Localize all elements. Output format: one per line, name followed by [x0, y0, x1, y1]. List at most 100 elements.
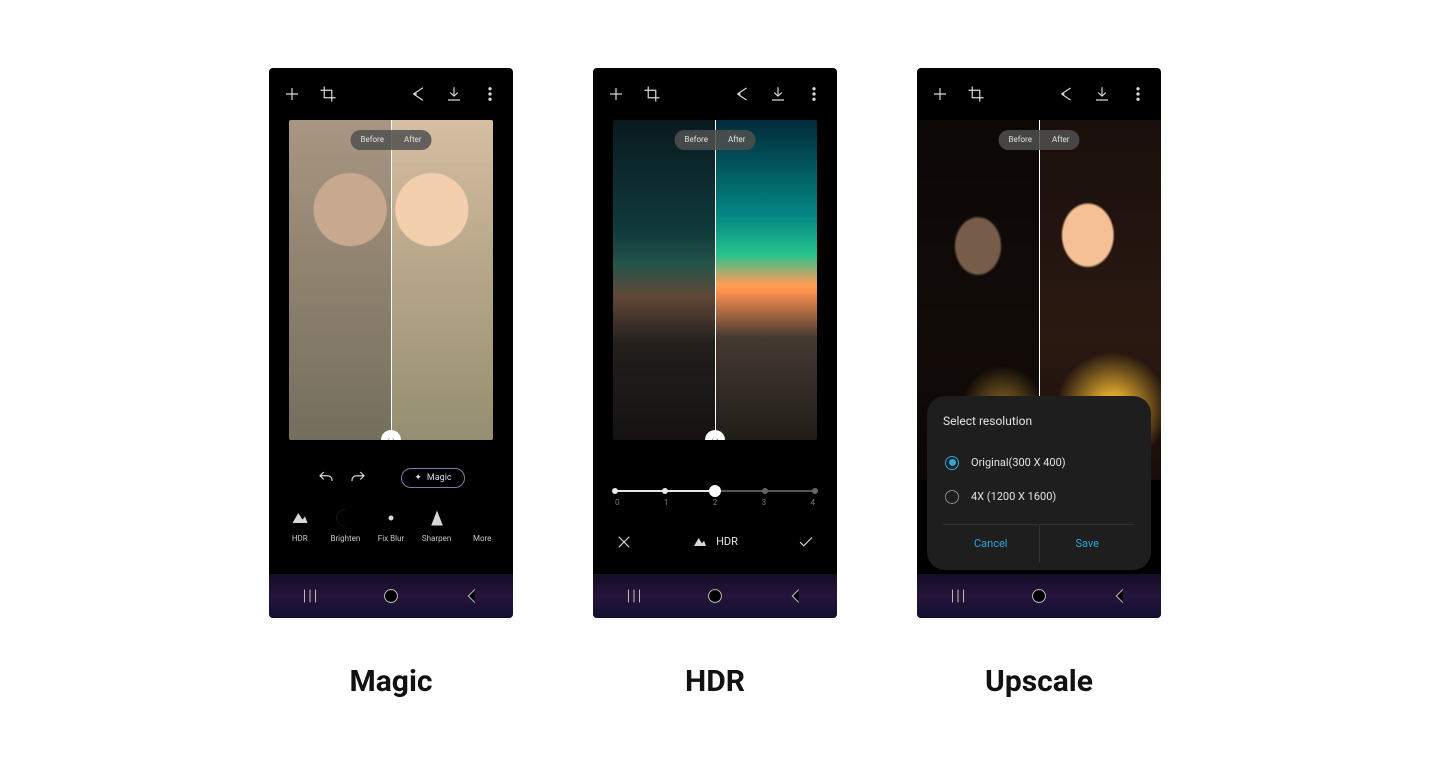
after-label: After: [718, 135, 756, 144]
caption-magic: Magic: [349, 664, 432, 699]
before-label: Before: [674, 135, 717, 144]
nav-back-icon[interactable]: [1109, 585, 1131, 607]
nav-recent-icon[interactable]: [623, 585, 645, 607]
hdr-bottom-row: HDR: [593, 515, 837, 557]
redo-icon[interactable]: [349, 469, 367, 487]
tool-more[interactable]: More: [460, 508, 504, 543]
compare-divider[interactable]: [715, 120, 716, 440]
radio-unchecked-icon: [945, 490, 959, 504]
tool-sharpen[interactable]: Sharpen: [415, 508, 459, 543]
tool-label: Sharpen: [422, 534, 451, 543]
topbar: [593, 68, 837, 120]
add-icon[interactable]: [283, 85, 301, 103]
image-before: [289, 120, 391, 440]
option-label: 4X (1200 X 1600): [971, 490, 1056, 503]
hdr-track[interactable]: [615, 490, 815, 492]
compare-pill: Before After: [998, 130, 1079, 150]
tool-label: More: [473, 534, 491, 543]
cancel-icon[interactable]: [615, 533, 633, 551]
download-icon[interactable]: [445, 85, 463, 103]
crop-icon[interactable]: [643, 85, 661, 103]
share-icon[interactable]: [1057, 85, 1075, 103]
radio-checked-icon: [945, 456, 959, 470]
share-icon[interactable]: [409, 85, 427, 103]
download-icon[interactable]: [769, 85, 787, 103]
phone-hdr: Before After ‹ › 0 1 2 3: [593, 68, 837, 618]
nav-home-icon[interactable]: [1028, 585, 1050, 607]
before-label: Before: [350, 135, 393, 144]
resolution-option-original[interactable]: Original(300 X 400): [943, 446, 1135, 480]
android-navbar: [917, 574, 1161, 618]
sparkle-icon: ✦: [414, 473, 422, 483]
confirm-icon[interactable]: [797, 533, 815, 551]
phone-upscale: Before After Select resolution Original(…: [917, 68, 1161, 618]
hdr-tick: [812, 488, 818, 494]
crop-icon[interactable]: [967, 85, 985, 103]
before-label: Before: [998, 135, 1041, 144]
compare-divider[interactable]: [391, 120, 392, 440]
undo-redo-row: ✦ Magic: [269, 440, 513, 502]
image-after: [715, 120, 817, 440]
magic-chip[interactable]: ✦ Magic: [401, 468, 464, 488]
tool-label: Brighten: [330, 534, 360, 543]
sheet-actions: Cancel Save: [943, 524, 1135, 562]
hdr-icon: [290, 508, 310, 528]
share-icon[interactable]: [733, 85, 751, 103]
tool-brighten[interactable]: Brighten: [323, 508, 367, 543]
caption-upscale: Upscale: [985, 664, 1093, 699]
crop-icon[interactable]: [319, 85, 337, 103]
hdr-thumb[interactable]: [709, 485, 721, 497]
tick-label: 1: [664, 498, 669, 507]
caption-hdr: HDR: [685, 664, 745, 699]
tool-hdr[interactable]: HDR: [278, 508, 322, 543]
tick-label: 4: [811, 498, 816, 507]
cancel-button[interactable]: Cancel: [943, 525, 1039, 562]
magic-chip-label: Magic: [427, 473, 452, 483]
phone-magic: Before After ‹ › ✦ Magic: [269, 68, 513, 618]
fixblur-icon: [381, 508, 401, 528]
android-navbar: [269, 574, 513, 618]
tool-label: HDR: [292, 534, 308, 543]
save-button[interactable]: Save: [1040, 525, 1136, 562]
sheet-title: Select resolution: [943, 414, 1135, 428]
hdr-mode-label: HDR: [692, 534, 738, 550]
image-after: [391, 120, 493, 440]
topbar: [917, 68, 1161, 120]
undo-icon[interactable]: [317, 469, 335, 487]
image-before: [613, 120, 715, 440]
resolution-option-4x[interactable]: 4X (1200 X 1600): [943, 480, 1135, 514]
more-icon[interactable]: [805, 85, 823, 103]
more-icon[interactable]: [1129, 85, 1147, 103]
hdr-tick: [612, 488, 618, 494]
tick-label: 2: [713, 498, 718, 507]
resolution-sheet: Select resolution Original(300 X 400) 4X…: [927, 396, 1151, 570]
screen-upscale-col: Before After Select resolution Original(…: [917, 68, 1161, 699]
hdr-text: HDR: [716, 535, 738, 548]
compare-pill: Before After: [350, 130, 431, 150]
tool-row: HDR Brighten Fix Blur: [269, 502, 513, 549]
add-icon[interactable]: [607, 85, 625, 103]
nav-recent-icon[interactable]: [299, 585, 321, 607]
screen-hdr-col: Before After ‹ › 0 1 2 3: [593, 68, 837, 699]
tick-label: 3: [762, 498, 767, 507]
brighten-icon: [335, 508, 355, 528]
compare-pill: Before After: [674, 130, 755, 150]
nav-home-icon[interactable]: [704, 585, 726, 607]
after-label: After: [394, 135, 432, 144]
nav-back-icon[interactable]: [461, 585, 483, 607]
download-icon[interactable]: [1093, 85, 1111, 103]
screens-row: Before After ‹ › ✦ Magic: [269, 68, 1161, 699]
nav-home-icon[interactable]: [380, 585, 402, 607]
image-preview: Before After ‹ ›: [613, 120, 817, 440]
topbar: [269, 68, 513, 120]
sharpen-icon: [427, 508, 447, 528]
nav-back-icon[interactable]: [785, 585, 807, 607]
image-preview: Before After ‹ ›: [289, 120, 493, 440]
hdr-tick: [762, 488, 768, 494]
after-label: After: [1042, 135, 1080, 144]
hdr-slider[interactable]: 0 1 2 3 4: [593, 440, 837, 515]
nav-recent-icon[interactable]: [947, 585, 969, 607]
tool-fixblur[interactable]: Fix Blur: [369, 508, 413, 543]
more-icon[interactable]: [481, 85, 499, 103]
add-icon[interactable]: [931, 85, 949, 103]
